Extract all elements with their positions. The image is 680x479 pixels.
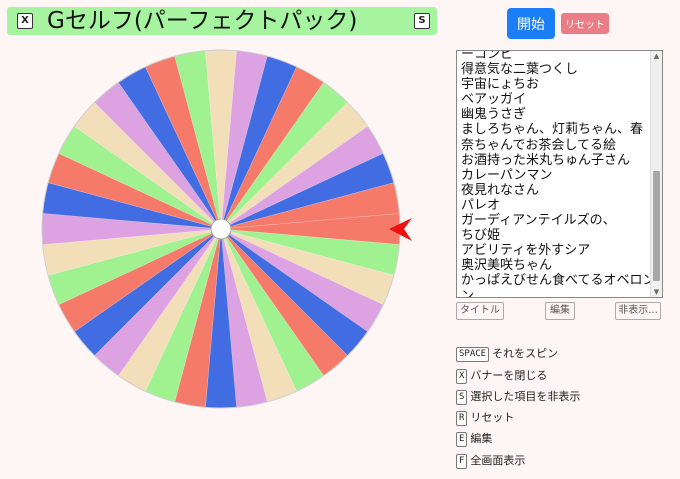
entries-scrollbar[interactable]: ▲ ▼ (650, 51, 662, 297)
shortcut-e: E 編集 (456, 431, 492, 447)
wheel-hub (210, 218, 232, 240)
spin-wheel[interactable] (0, 0, 430, 479)
shortcut-s: S 選択した項目を非表示 (456, 389, 580, 405)
entries-list: ーコンビ 得意気な二葉つくし 宇宙にょちお ベアッガイ 幽鬼うさぎ ましろちゃん… (461, 50, 656, 298)
shortcut-key: S (456, 389, 468, 405)
shortcut-key: E (456, 431, 468, 447)
scroll-up-arrow-icon[interactable]: ▲ (651, 51, 662, 61)
scroll-thumb[interactable] (653, 171, 660, 281)
entries-textarea[interactable]: ーコンビ 得意気な二葉つくし 宇宙にょちお ベアッガイ 幽鬼うさぎ ましろちゃん… (456, 50, 663, 298)
reset-button[interactable]: リセット (561, 13, 609, 34)
title-button[interactable]: タイトル (456, 302, 504, 320)
shortcut-key: X (456, 368, 468, 384)
start-button[interactable]: 開始 (507, 8, 555, 39)
shortcut-x: X バナーを閉じる (456, 368, 547, 384)
shortcut-desc: リセット (470, 411, 515, 424)
shortcut-desc: 選択した項目を非表示 (470, 390, 581, 403)
shortcut-r: R リセット (456, 410, 514, 426)
shortcut-space: SPACE それをスピン (456, 346, 558, 362)
shortcut-desc: 編集 (470, 432, 493, 445)
shortcut-key: R (456, 410, 468, 426)
shortcut-f: F 全画面表示 (456, 453, 525, 469)
hide-button[interactable]: 非表示... (615, 302, 661, 320)
scroll-down-arrow-icon[interactable]: ▼ (651, 287, 662, 297)
shortcut-key: F (456, 453, 468, 469)
edit-button[interactable]: 編集 (545, 302, 575, 320)
shortcut-desc: 全画面表示 (470, 454, 526, 467)
shortcut-desc: バナーを閉じる (470, 369, 548, 382)
shortcut-key: SPACE (456, 346, 490, 362)
shortcut-desc: それをスピン (492, 347, 559, 360)
